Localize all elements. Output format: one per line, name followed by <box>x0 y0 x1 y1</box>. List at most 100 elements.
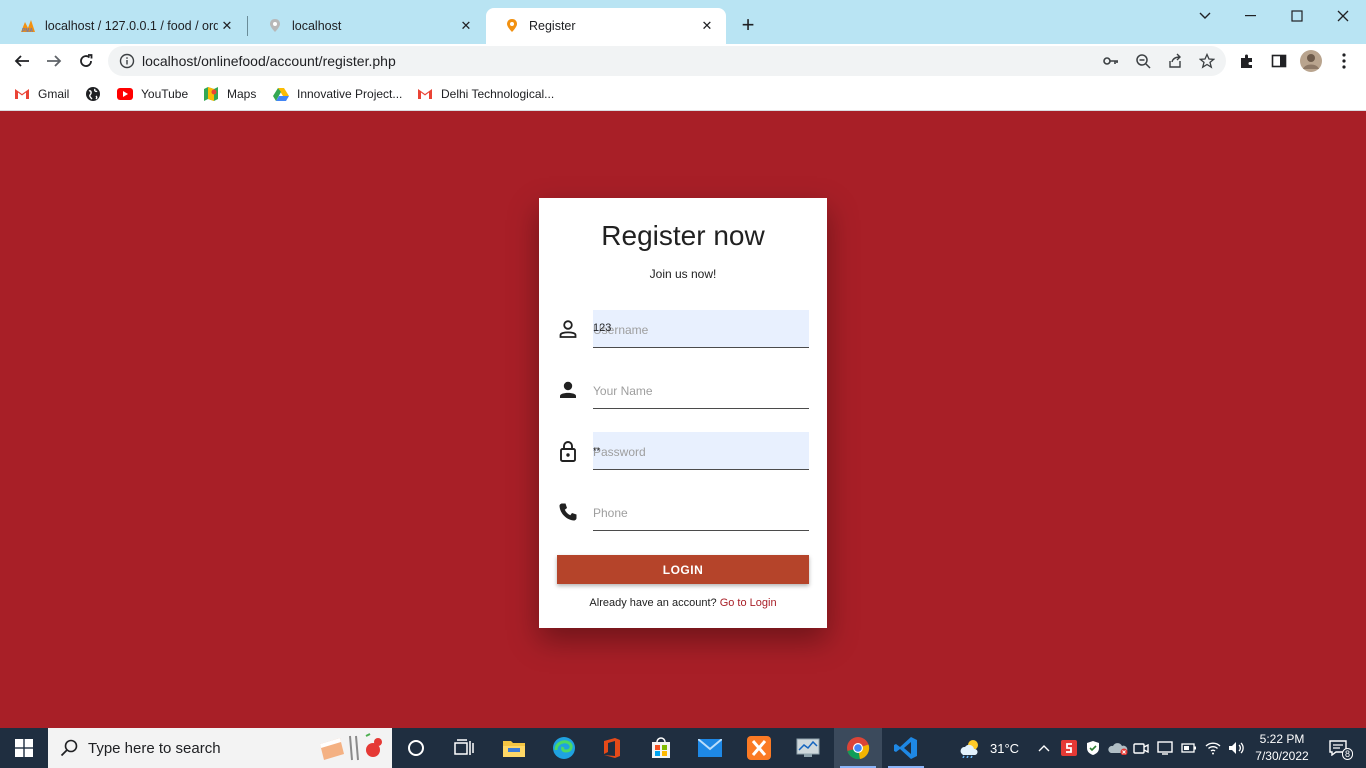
page-title: Register now <box>601 220 765 251</box>
display-icon[interactable] <box>1155 728 1175 768</box>
clock[interactable]: 5:22 PM 7/30/2022 <box>1250 731 1314 765</box>
site-icon <box>504 18 520 34</box>
gmail-icon <box>14 86 30 102</box>
person-outline-icon <box>557 318 579 340</box>
tab-register[interactable]: Register ✕ <box>486 8 726 44</box>
bookmark-delhi-technological[interactable]: Delhi Technological... <box>417 84 554 104</box>
tab-strip: PMA localhost / 127.0.0.1 / food / ord ✕… <box>0 0 1366 44</box>
cortana-icon[interactable] <box>392 728 440 768</box>
tab-label: localhost <box>292 19 342 33</box>
page-subtitle: Join us now! <box>649 267 717 281</box>
svg-text:PMA: PMA <box>22 28 34 33</box>
drive-icon <box>273 86 289 102</box>
bookmark-gmail[interactable]: Gmail <box>14 84 69 104</box>
tab-phpmyadmin[interactable]: PMA localhost / 127.0.0.1 / food / ord ✕ <box>2 8 246 44</box>
bookmark-star-icon[interactable] <box>1198 52 1216 70</box>
vscode-icon[interactable] <box>882 728 930 768</box>
browser-toolbar: localhost/onlinefood/account/register.ph… <box>0 44 1366 78</box>
password-value: ** <box>593 446 601 456</box>
office-icon[interactable] <box>588 728 636 768</box>
security-icon[interactable] <box>1083 728 1103 768</box>
task-view-icon[interactable] <box>440 728 488 768</box>
phpmyadmin-icon: PMA <box>20 18 36 34</box>
phone-field[interactable]: Phone <box>593 493 809 531</box>
close-tab-icon[interactable]: ✕ <box>218 17 236 35</box>
reload-button[interactable] <box>72 47 100 75</box>
back-button[interactable] <box>8 47 36 75</box>
show-hidden-icons-button[interactable] <box>1036 728 1052 768</box>
edge-icon[interactable] <box>540 728 588 768</box>
xampp-icon[interactable] <box>735 728 783 768</box>
search-icon <box>60 739 78 757</box>
resource-monitor-icon[interactable] <box>784 728 832 768</box>
password-field[interactable]: Password ** <box>593 432 809 470</box>
weather-widget[interactable]: 31°C <box>958 728 1024 768</box>
weather-icon <box>958 738 982 758</box>
bookmark-label: Gmail <box>38 87 70 101</box>
taskbar-search[interactable]: Type here to search <box>48 728 392 768</box>
battery-icon[interactable] <box>1179 728 1199 768</box>
maps-icon <box>203 86 219 102</box>
mail-icon[interactable] <box>686 728 734 768</box>
name-field[interactable]: Your Name <box>593 371 809 409</box>
notification-icon: 8 <box>1329 740 1353 760</box>
gmail-icon <box>417 86 433 102</box>
file-explorer-icon[interactable] <box>490 728 538 768</box>
start-button[interactable] <box>0 728 48 768</box>
url-text: localhost/onlinefood/account/register.ph… <box>142 53 396 69</box>
bookmark-innovative-project[interactable]: Innovative Project... <box>273 84 402 104</box>
password-placeholder: Password <box>593 445 646 459</box>
chrome-icon[interactable] <box>834 728 882 768</box>
minimize-button[interactable] <box>1228 0 1274 32</box>
close-tab-icon[interactable]: ✕ <box>698 17 716 35</box>
share-icon[interactable] <box>1166 52 1184 70</box>
extensions-icon[interactable] <box>1238 52 1256 70</box>
volume-icon[interactable] <box>1227 728 1247 768</box>
register-card: Register now Join us now! Username 123 Y… <box>539 198 827 628</box>
meet-now-icon[interactable] <box>1131 728 1151 768</box>
already-label: Already have an account? <box>589 597 717 609</box>
microsoft-store-icon[interactable] <box>637 728 685 768</box>
go-to-login-link[interactable]: Go to Login <box>720 597 777 609</box>
bookmark-youtube[interactable]: YouTube <box>117 84 188 104</box>
wifi-icon[interactable] <box>1203 728 1223 768</box>
clock-date: 7/30/2022 <box>1255 749 1309 763</box>
maximize-button[interactable] <box>1274 0 1320 32</box>
phone-placeholder: Phone <box>593 506 628 520</box>
avatar[interactable] <box>1300 50 1322 72</box>
forward-button[interactable] <box>40 47 68 75</box>
site-icon <box>267 18 283 34</box>
bookmark-label: Delhi Technological... <box>441 87 555 101</box>
info-icon[interactable] <box>119 53 135 69</box>
tab-label: localhost / 127.0.0.1 / food / ord <box>45 19 218 33</box>
bookmark-globe[interactable] <box>85 84 109 104</box>
bookmarks-bar: Gmail YouTube Maps Innovative Project...… <box>0 78 1366 111</box>
zoom-icon[interactable] <box>1134 52 1152 70</box>
youtube-icon <box>117 86 133 102</box>
username-value: 123 <box>593 322 612 334</box>
onedrive-icon[interactable] <box>1107 728 1129 768</box>
clock-time: 5:22 PM <box>1259 732 1305 746</box>
username-field[interactable]: Username 123 <box>593 310 809 348</box>
tray-app-icon[interactable] <box>1059 728 1079 768</box>
login-button[interactable]: LOGIN <box>557 555 809 584</box>
notification-center-button[interactable]: 8 <box>1318 728 1358 768</box>
already-account-text: Already have an account? Go to Login <box>539 597 827 609</box>
menu-icon[interactable] <box>1335 52 1353 70</box>
name-placeholder: Your Name <box>593 384 653 398</box>
search-placeholder: Type here to search <box>88 740 221 757</box>
tab-label: Register <box>529 19 576 33</box>
address-bar[interactable]: localhost/onlinefood/account/register.ph… <box>108 46 1226 76</box>
close-tab-icon[interactable]: ✕ <box>457 17 475 35</box>
lock-icon <box>557 440 579 462</box>
tab-search-button[interactable] <box>1182 0 1228 32</box>
phone-icon <box>557 501 579 523</box>
bookmark-maps[interactable]: Maps <box>203 84 256 104</box>
search-highlight-icon <box>318 732 388 764</box>
key-icon[interactable] <box>1102 52 1120 70</box>
side-panel-icon[interactable] <box>1270 52 1288 70</box>
bookmark-label: Innovative Project... <box>297 87 403 101</box>
close-window-button[interactable] <box>1320 0 1366 32</box>
new-tab-button[interactable]: + <box>736 14 760 38</box>
tab-localhost[interactable]: localhost ✕ <box>249 8 485 44</box>
